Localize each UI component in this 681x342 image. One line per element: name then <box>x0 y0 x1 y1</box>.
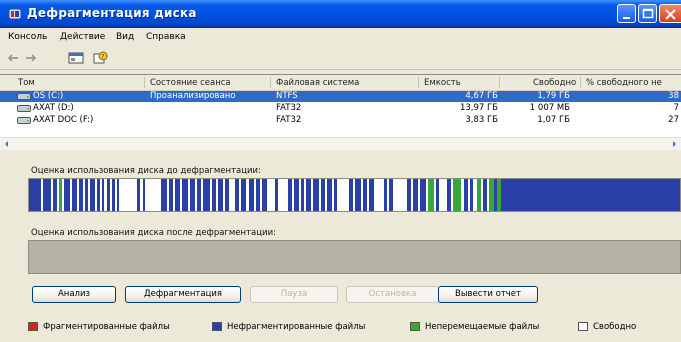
menu-view[interactable]: Вид <box>116 32 134 42</box>
toolbar: ? <box>0 47 681 70</box>
forward-arrow-icon[interactable] <box>24 51 38 65</box>
legend: Фрагментированные файлы Нефрагментирован… <box>28 320 681 334</box>
menu-help[interactable]: Справка <box>146 32 186 42</box>
pause-button[interactable]: Пауза <box>250 286 338 303</box>
cell-volume: AXAT DOC (F:) <box>33 115 94 125</box>
usage-segment-free <box>374 179 384 211</box>
usage-segment-contiguous <box>43 179 51 211</box>
usage-segment-free <box>145 179 161 211</box>
col-filesystem[interactable]: Файловая система <box>276 78 359 88</box>
swatch-fragmented <box>28 322 38 331</box>
cell-filesystem: FAT32 <box>276 115 302 125</box>
col-free[interactable]: Свободно <box>533 78 576 88</box>
cell-free: 1,79 ГБ <box>537 91 570 101</box>
usage-segment-contiguous <box>203 179 210 211</box>
maximize-icon <box>642 8 654 19</box>
usage-segment-free <box>278 179 288 211</box>
cell-capacity: 13,97 ГБ <box>459 103 498 113</box>
svg-text:?: ? <box>101 54 104 61</box>
usage-segment-free <box>439 179 447 211</box>
hard-drive-icon <box>17 105 31 112</box>
swatch-free <box>578 322 588 331</box>
cell-pct-free: 27 <box>668 115 679 125</box>
stop-button[interactable]: Остановка <box>346 286 439 303</box>
properties-help-icon[interactable]: ? <box>92 51 108 65</box>
hard-drive-icon <box>17 93 31 100</box>
title-bar[interactable]: Дефрагментация диска <box>0 0 681 28</box>
report-button[interactable]: Вывести отчет <box>438 286 538 303</box>
after-label: Оценка использования диска после дефрагм… <box>31 228 276 238</box>
close-button[interactable] <box>659 4 681 23</box>
cell-capacity: 3,83 ГБ <box>465 115 498 125</box>
usage-segment-contiguous <box>29 179 41 211</box>
cell-capacity: 4,67 ГБ <box>465 91 498 101</box>
menu-bar: Консоль Действие Вид Справка <box>0 28 681 46</box>
cell-filesystem: NTFS <box>276 91 298 101</box>
usage-segment-free <box>337 179 349 211</box>
col-capacity[interactable]: Емкость <box>424 78 461 88</box>
col-status[interactable]: Состояние сеанса <box>150 78 231 88</box>
table-row[interactable]: OS (C:) Проанализировано NTFS 4,67 ГБ 1,… <box>0 91 681 102</box>
menu-console[interactable]: Консоль <box>8 32 47 42</box>
usage-segment-free <box>393 179 407 211</box>
hard-drive-icon <box>17 117 31 124</box>
minimize-button[interactable] <box>617 4 636 23</box>
list-header: Том Состояние сеанса Файловая система Ем… <box>0 75 681 91</box>
analyze-button[interactable]: Анализ <box>32 286 116 303</box>
after-usage-bar <box>28 240 681 274</box>
cell-volume: OS (C:) <box>33 91 64 101</box>
cell-pct-free: 7 <box>673 103 679 113</box>
cell-status: Проанализировано <box>150 91 236 101</box>
minimize-icon <box>623 17 630 19</box>
cell-filesystem: FAT32 <box>276 103 302 113</box>
table-row[interactable]: AXAT DOC (F:) FAT32 3,83 ГБ 1,07 ГБ 27 <box>0 115 681 126</box>
scroll-left-icon[interactable] <box>1 138 13 150</box>
usage-segment-contiguous <box>501 179 680 211</box>
cell-pct-free: 38 <box>668 91 679 101</box>
before-label: Оценка использования диска до дефрагмент… <box>31 166 261 176</box>
swatch-unmovable <box>410 322 420 331</box>
close-icon <box>665 9 676 20</box>
defrag-window: Дефрагментация диска Консоль Действие Ви… <box>0 0 681 342</box>
volume-list: Том Состояние сеанса Файловая система Ем… <box>0 74 681 150</box>
defragment-button[interactable]: Дефрагментация <box>125 286 241 303</box>
back-arrow-icon[interactable] <box>6 51 20 65</box>
horizontal-scrollbar[interactable] <box>0 137 681 150</box>
usage-segment-free <box>267 179 275 211</box>
menu-action[interactable]: Действие <box>60 32 105 42</box>
usage-segment-free <box>119 179 137 211</box>
console-view-icon[interactable] <box>68 51 84 65</box>
analysis-panel: Оценка использования диска до дефрагмент… <box>16 152 681 342</box>
cell-volume: AXAT (D:) <box>33 103 74 113</box>
cell-free: 1 007 МБ <box>529 103 570 113</box>
before-usage-bar <box>28 178 681 212</box>
defrag-app-icon <box>8 8 22 20</box>
swatch-contiguous <box>212 322 222 331</box>
col-volume[interactable]: Том <box>18 78 35 88</box>
cell-free: 1,07 ГБ <box>537 115 570 125</box>
col-pct-free[interactable]: % свободного не <box>586 78 662 88</box>
maximize-button[interactable] <box>638 4 657 23</box>
scroll-right-icon[interactable] <box>668 138 680 150</box>
window-title: Дефрагментация диска <box>27 6 197 20</box>
usage-segment-unmovable <box>453 179 461 211</box>
table-row[interactable]: AXAT (D:) FAT32 13,97 ГБ 1 007 МБ 7 <box>0 103 681 114</box>
